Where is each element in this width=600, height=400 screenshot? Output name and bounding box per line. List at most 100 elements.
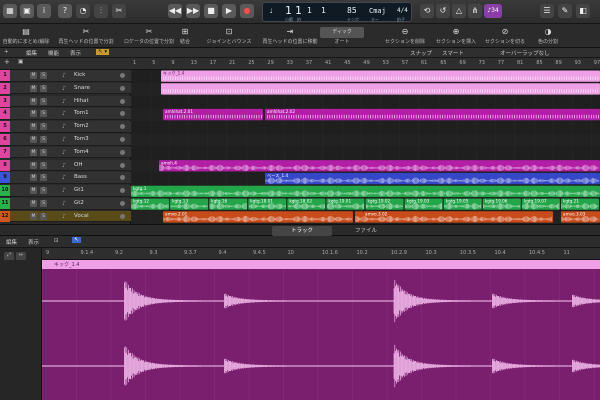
region[interactable]: キック_1.4 xyxy=(161,70,600,82)
scissors-icon[interactable]: ✂ xyxy=(112,4,126,18)
volume-knob[interactable] xyxy=(120,85,125,91)
audio-region-editor[interactable]: キック_1.4 xyxy=(42,260,600,400)
mute-button[interactable]: M xyxy=(30,72,37,79)
volume-knob[interactable] xyxy=(120,213,125,219)
mute-button[interactable]: M xyxy=(30,174,37,182)
track-header[interactable]: 8 M S ♪ OH xyxy=(0,159,131,172)
split-locator-button[interactable]: ✂ ロケータの位置で分割 xyxy=(120,27,178,45)
tab-file[interactable]: ファイル xyxy=(336,226,396,236)
solo-button[interactable]: S xyxy=(40,200,47,207)
solo-button[interactable]: S xyxy=(40,84,47,92)
region[interactable]: kgtg.19.02 xyxy=(365,198,404,210)
tuner-icon[interactable]: ⋔ xyxy=(468,4,482,18)
volume-knob[interactable] xyxy=(120,188,125,194)
solo-button[interactable]: S xyxy=(40,97,47,105)
cycle-icon[interactable]: ⟲ xyxy=(420,4,434,18)
timeline-ruler[interactable]: 1 5 9 13 17 21 25 29 33 37 41 45 49 53 57 61 65 69 73 77 81 8… xyxy=(131,58,600,70)
solo-button[interactable]: S xyxy=(40,187,47,195)
notepad-icon[interactable]: ✎ xyxy=(558,4,572,18)
region[interactable] xyxy=(355,211,363,223)
tool-selector[interactable]: ↖ ▾ xyxy=(96,49,110,55)
mute-button[interactable]: M xyxy=(30,161,37,169)
region[interactable]: amhihat.2.02 xyxy=(265,108,600,121)
solo-button[interactable]: S xyxy=(40,136,47,143)
solo-button[interactable]: S xyxy=(40,123,47,131)
move-playhead-button[interactable]: ⇥ 再生ヘッドの位置に移動 xyxy=(262,27,318,45)
track-header[interactable]: 2 M S ♪ Snare xyxy=(0,82,131,95)
track-header[interactable]: 1 M S ♪ Kick xyxy=(0,70,131,82)
mute-button[interactable]: M xyxy=(30,123,37,131)
volume-knob[interactable] xyxy=(120,137,125,142)
region[interactable]: kgtg.1 xyxy=(131,185,600,197)
region[interactable]: amvo.3.02 xyxy=(363,211,553,223)
track-header[interactable]: 7 M S ♪ Tom4 xyxy=(0,146,131,159)
volume-knob[interactable] xyxy=(120,175,125,181)
stop-icon[interactable]: ■ xyxy=(204,4,218,18)
region[interactable]: kgtg.19.05 xyxy=(443,198,482,210)
region[interactable]: kgtg.19.01 xyxy=(326,198,365,210)
region[interactable]: kgtg.19.06 xyxy=(482,198,521,210)
join-button[interactable]: ⊞ 結合 xyxy=(176,27,194,45)
volume-knob[interactable] xyxy=(120,98,125,104)
region[interactable] xyxy=(161,83,600,95)
region[interactable]: ベース_1.4 xyxy=(265,172,600,185)
split-playhead-button[interactable]: ✂ 再生ヘッドの位置で分割 xyxy=(56,27,116,45)
volume-knob[interactable] xyxy=(120,73,125,78)
editor-ruler[interactable]: 9 9.1.4 9.2 9.3 9.3.7 9.4 9.4.5 10 10.1.6 10.2 10.… xyxy=(42,248,600,260)
snap-toggle-icon[interactable]: ⊡ xyxy=(54,238,59,244)
region[interactable]: amvo.2.01 xyxy=(163,211,353,223)
solo-button[interactable]: S xyxy=(40,110,47,118)
edit-menu[interactable]: 編集 xyxy=(26,49,37,57)
region[interactable]: amhihat.2.01 xyxy=(163,108,263,121)
mute-button[interactable]: M xyxy=(30,187,37,195)
function-menu[interactable]: 機能 xyxy=(48,49,59,57)
color-split-button[interactable]: ◑ 色の分割 xyxy=(530,27,566,45)
add-track-icon[interactable]: + xyxy=(4,58,10,66)
plus-icon[interactable]: + xyxy=(4,49,9,55)
track-header[interactable]: 3 M S ♪ Hihat xyxy=(0,95,131,108)
solo-button[interactable]: S xyxy=(40,174,47,182)
solo-button[interactable]: S xyxy=(40,72,47,79)
metronome-icon[interactable]: △ xyxy=(452,4,466,18)
pack-button[interactable]: ▤ 自動的にまとめ/解除 xyxy=(2,27,50,45)
mixer-icon[interactable]: ⫶ xyxy=(94,4,108,18)
undo-icon[interactable]: ↺ xyxy=(436,4,450,18)
region[interactable]: amoh.4 xyxy=(159,160,600,172)
delete-section-button[interactable]: ⊖ セクションを削除 xyxy=(380,27,430,45)
region[interactable]: kgtg.18.02 xyxy=(287,198,326,210)
mute-button[interactable]: M xyxy=(30,212,37,220)
cut-section-button[interactable]: ⊘ セクションを切る xyxy=(482,27,528,45)
catch-icon[interactable]: ↦ xyxy=(16,252,26,260)
region[interactable]: amvo.3.03 xyxy=(561,211,600,223)
browser-icon[interactable]: ◧ xyxy=(576,4,590,18)
info-icon[interactable]: i xyxy=(37,4,51,18)
mute-button[interactable]: M xyxy=(30,148,37,156)
tuner-badge[interactable]: ♪34 xyxy=(484,4,502,18)
solo-button[interactable]: S xyxy=(40,212,47,220)
region[interactable]: kgtg.12 xyxy=(131,198,170,210)
play-icon[interactable]: ▶ xyxy=(222,4,236,18)
mute-button[interactable]: M xyxy=(30,136,37,143)
flex-icon[interactable]: ⤢ xyxy=(4,252,14,260)
mute-button[interactable]: M xyxy=(30,97,37,105)
arrange-area[interactable]: キック_1.4 amhihat.2.01 amhihat.2.02 amoh.4 ベース… xyxy=(131,70,600,224)
track-header[interactable]: 6 M S ♪ Tom3 xyxy=(0,134,131,146)
track-header[interactable]: 5 M S ♪ Tom2 xyxy=(0,121,131,133)
region[interactable]: kgtg.13 xyxy=(170,198,209,210)
view-menu[interactable]: 表示 xyxy=(70,49,81,57)
track-header[interactable]: 4 M S ♪ Tom1 xyxy=(0,108,131,120)
pointer-tool[interactable]: ↖ xyxy=(72,237,81,243)
volume-knob[interactable] xyxy=(120,201,125,206)
library-icon[interactable]: ▦ xyxy=(3,4,17,18)
lcd-display[interactable]: ♩ 1 1 1 1 85 Cmaj 4/4 小節 拍 テンポ キー 拍子 xyxy=(262,2,412,22)
volume-knob[interactable] xyxy=(120,162,125,168)
mute-button[interactable]: M xyxy=(30,200,37,207)
track-header[interactable]: 10 M S ♪ Gt1 xyxy=(0,185,131,197)
snap-dropdown[interactable]: ディック オート xyxy=(320,27,364,45)
join-bounce-button[interactable]: ⊡ ジョインとバウンス xyxy=(198,27,260,45)
overlap-dropdown[interactable]: オーバーラップなし xyxy=(500,49,549,57)
mute-button[interactable]: M xyxy=(30,110,37,118)
region[interactable]: kgtg.21 xyxy=(560,198,599,210)
mute-button[interactable]: M xyxy=(30,84,37,92)
inbox-icon[interactable]: ▣ xyxy=(20,4,34,18)
